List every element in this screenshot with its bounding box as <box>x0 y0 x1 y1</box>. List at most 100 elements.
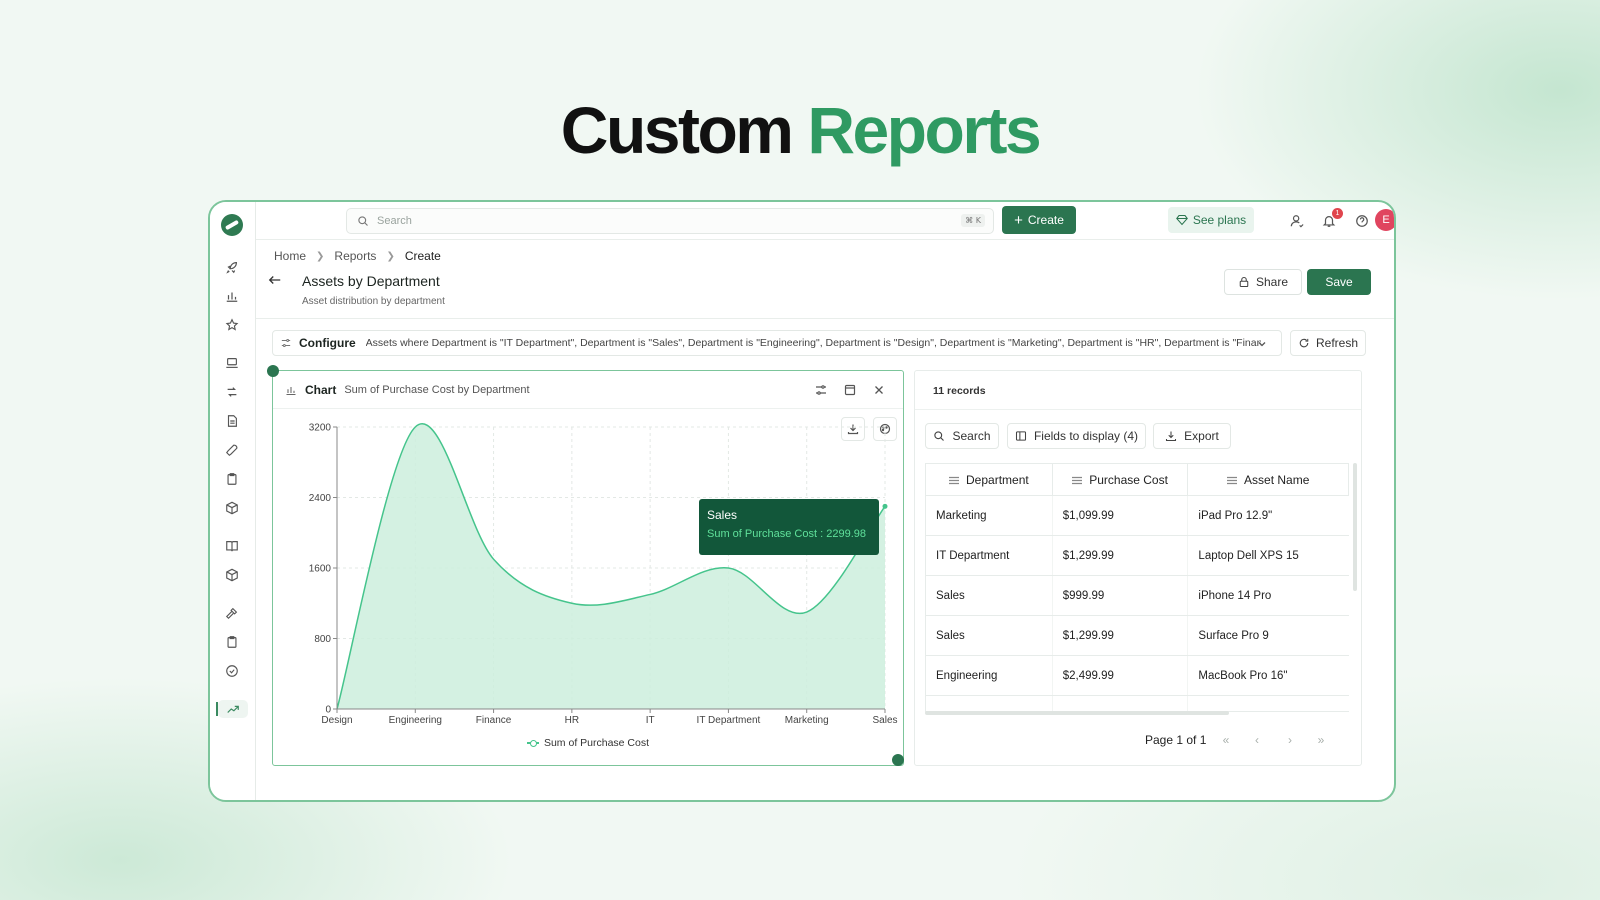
chart-settings-icon[interactable] <box>814 383 828 397</box>
fields-to-display-label: Fields to display (4) <box>1033 429 1139 443</box>
package-icon[interactable] <box>223 499 241 517</box>
table-row[interactable]: Engineering $2,499.99 MacBook Pro 16" <box>925 655 1349 696</box>
chart-panel[interactable]: Chart Sum of Purchase Cost by Department… <box>267 365 904 766</box>
box-icon[interactable] <box>223 566 241 584</box>
maximize-icon[interactable] <box>843 383 857 397</box>
user-icon[interactable] <box>1288 212 1306 230</box>
configure-bar[interactable]: Configure Assets where Department is "IT… <box>272 330 1282 356</box>
y-tick-label: 2400 <box>309 493 332 504</box>
columns-icon <box>1015 431 1026 441</box>
chart-label: Chart <box>305 382 337 397</box>
table-row[interactable]: Sales $1,299.99 Surface Pro 9 <box>925 615 1349 656</box>
global-search[interactable]: ⌘ K <box>346 208 994 234</box>
breadcrumb: Home ❯ Reports ❯ Create <box>274 249 441 263</box>
table-search-button[interactable]: Search <box>925 423 999 449</box>
clipboard-list-icon[interactable] <box>223 633 241 651</box>
notification-badge: 1 <box>1332 208 1343 219</box>
table-cell: Sales <box>925 615 1053 656</box>
document-icon[interactable] <box>223 412 241 430</box>
breadcrumb-reports[interactable]: Reports <box>334 249 376 263</box>
book-icon[interactable] <box>223 537 241 555</box>
export-label: Export <box>1184 429 1219 443</box>
search-input[interactable] <box>377 215 937 227</box>
share-button[interactable]: Share <box>1224 269 1302 295</box>
transfer-icon[interactable] <box>223 383 241 401</box>
resize-handle-top-left[interactable] <box>267 365 279 377</box>
wrench-icon[interactable] <box>223 441 241 459</box>
table-cell <box>1187 695 1349 712</box>
table-cell <box>1051 695 1188 712</box>
breadcrumb-home[interactable]: Home <box>274 249 306 263</box>
clipboard-icon[interactable] <box>223 470 241 488</box>
table-row[interactable]: Sales $999.99 iPhone 14 Pro <box>925 575 1349 616</box>
chevron-down-icon[interactable] <box>1257 339 1267 349</box>
filter-summary: Assets where Department is "IT Departmen… <box>365 337 1261 349</box>
table-row[interactable]: Marketing $1,099.99 iPad Pro 12.9" <box>925 495 1349 536</box>
diamond-icon <box>1175 214 1188 226</box>
column-header-department[interactable]: Department <box>925 463 1053 496</box>
last-page-icon[interactable]: » <box>1312 731 1330 749</box>
create-button[interactable]: + Create <box>1002 206 1076 234</box>
fields-to-display-button[interactable]: Fields to display (4) <box>1007 423 1146 449</box>
table-panel: 11 records Search Fields to display (4) … <box>914 370 1362 766</box>
page-subtitle: Asset distribution by department <box>302 296 445 307</box>
rocket-icon[interactable] <box>223 258 241 276</box>
help-icon[interactable] <box>1353 212 1371 230</box>
app-logo[interactable] <box>221 214 243 236</box>
x-tick-label: Sales <box>872 715 897 726</box>
resize-handle-bottom-right[interactable] <box>892 754 904 766</box>
sidebar <box>210 202 256 800</box>
page-title: Assets by Department <box>302 273 440 289</box>
x-tick-label: HR <box>565 715 579 726</box>
close-icon[interactable] <box>872 383 886 397</box>
bar-chart-icon <box>286 386 296 395</box>
share-button-label: Share <box>1255 275 1289 289</box>
see-plans-button[interactable]: See plans <box>1168 207 1254 233</box>
breadcrumb-create: Create <box>404 249 441 263</box>
area-chart[interactable]: 0 800 1600 2400 3200 Design Engineering Finance… <box>273 409 902 735</box>
table-cell: Engineering <box>925 655 1053 696</box>
table-cell: Marketing <box>925 495 1053 536</box>
column-header-purchase-cost[interactable]: Purchase Cost <box>1051 463 1189 496</box>
legend-label: Sum of Purchase Cost <box>543 737 650 749</box>
table-cell: Surface Pro 9 <box>1187 615 1349 656</box>
table-cell: $1,099.99 <box>1051 495 1188 536</box>
save-button[interactable]: Save <box>1307 269 1371 295</box>
hero-title-word-1: Custom <box>560 93 794 167</box>
chart-legend[interactable]: Sum of Purchase Cost <box>273 737 903 749</box>
x-tick-label: Design <box>321 715 352 726</box>
bar-chart-icon[interactable] <box>223 287 241 305</box>
top-bar: ⌘ K + Create See plans 1 E <box>256 202 1394 240</box>
column-header-asset-name[interactable]: Asset Name <box>1187 463 1349 496</box>
hammer-icon[interactable] <box>223 604 241 622</box>
legend-line-marker <box>526 739 539 747</box>
check-circle-icon[interactable] <box>223 662 241 680</box>
data-point[interactable] <box>882 503 888 509</box>
star-icon[interactable] <box>223 316 241 334</box>
export-button[interactable]: Export <box>1153 423 1231 449</box>
avatar[interactable]: E <box>1375 209 1394 231</box>
table-cell: iPhone 14 Pro <box>1187 575 1349 616</box>
bell-icon[interactable]: 1 <box>1320 208 1343 230</box>
trend-chart-icon[interactable] <box>216 700 248 718</box>
area-fill <box>337 423 885 709</box>
table-header-row: Department Purchase Cost Asset Name <box>925 463 1349 496</box>
previous-page-icon[interactable]: ‹ <box>1248 731 1266 749</box>
next-page-icon[interactable]: › <box>1281 731 1299 749</box>
table-cell: Sales <box>925 575 1053 616</box>
vertical-scrollbar[interactable] <box>1353 463 1357 591</box>
horizontal-scrollbar[interactable] <box>925 711 1229 715</box>
back-arrow-icon[interactable] <box>268 273 282 287</box>
x-tick-label: IT Department <box>697 715 761 726</box>
chevron-right-icon: ❯ <box>386 250 395 262</box>
chart-title: Sum of Purchase Cost by Department <box>344 383 530 396</box>
refresh-button[interactable]: Refresh <box>1290 330 1366 356</box>
tooltip-title: Sales <box>707 508 738 522</box>
see-plans-label: See plans <box>1192 213 1247 227</box>
table-row[interactable]: IT Department $1,299.99 Laptop Dell XPS … <box>925 535 1349 576</box>
y-tick-label: 1600 <box>309 564 332 575</box>
table-row-partial <box>925 695 1349 712</box>
first-page-icon[interactable]: « <box>1217 731 1235 749</box>
records-count: 11 records <box>933 385 986 397</box>
laptop-icon[interactable] <box>223 354 241 372</box>
